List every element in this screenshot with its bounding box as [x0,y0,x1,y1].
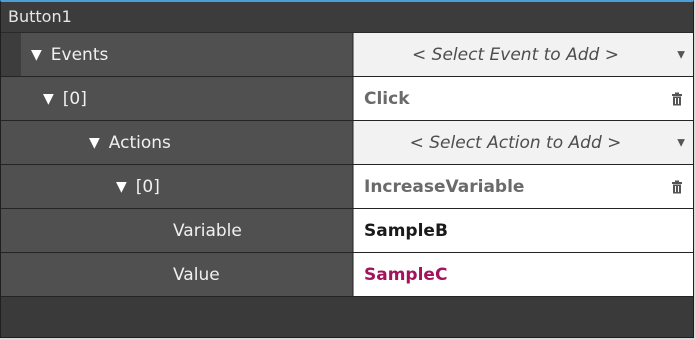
events-label: Events [50,44,109,65]
select-event-text: < Select Event to Add > [412,44,619,65]
events-row: ▼ Events < Select Event to Add > ▼ [1,33,693,77]
event-index-label: [0] [62,88,87,109]
actions-row: ▼ Actions < Select Action to Add > ▼ [1,121,693,165]
trash-icon[interactable] [671,180,683,194]
select-action-text: < Select Action to Add > [409,132,622,153]
action-name-cell[interactable]: IncreaseVariable [353,165,693,208]
action-name: IncreaseVariable [364,176,525,197]
event-name-cell[interactable]: Click [353,77,693,120]
select-event-dropdown[interactable]: < Select Event to Add > ▼ [353,33,693,76]
variable-row: Variable SampleB [1,209,693,253]
value-row: Value SampleC [1,253,693,297]
expand-toggle-icon[interactable]: ▼ [116,179,127,195]
variable-value: SampleB [364,220,448,241]
variable-label: Variable [173,220,242,241]
event-item-row: ▼ [0] Click [1,77,693,121]
expand-toggle-icon[interactable]: ▼ [31,47,42,63]
action-item-row: ▼ [0] IncreaseVariable [1,165,693,209]
panel-title: Button1 [1,2,693,33]
trash-icon[interactable] [671,92,683,106]
value-label: Value [173,264,220,285]
event-item-label-cell[interactable]: ▼ [0] [1,77,352,120]
chevron-down-icon: ▼ [677,49,685,60]
action-item-label-cell[interactable]: ▼ [0] [1,165,352,208]
expand-toggle-icon[interactable]: ▼ [43,91,54,107]
value-value-field[interactable]: SampleC [353,253,693,296]
variable-label-cell: Variable [1,209,352,252]
select-action-dropdown[interactable]: < Select Action to Add > ▼ [353,121,693,164]
events-label-cell[interactable]: ▼ Events [1,33,352,76]
actions-label-cell[interactable]: ▼ Actions [1,121,352,164]
event-name: Click [364,88,410,109]
expand-toggle-icon[interactable]: ▼ [89,135,100,151]
chevron-down-icon: ▼ [677,137,685,148]
action-index-label: [0] [135,176,160,197]
properties-panel: Button1 ▼ Events < Select Event to Add >… [0,0,694,338]
actions-label: Actions [108,132,171,153]
value-value: SampleC [364,264,448,285]
value-label-cell: Value [1,253,352,296]
variable-value-field[interactable]: SampleB [353,209,693,252]
